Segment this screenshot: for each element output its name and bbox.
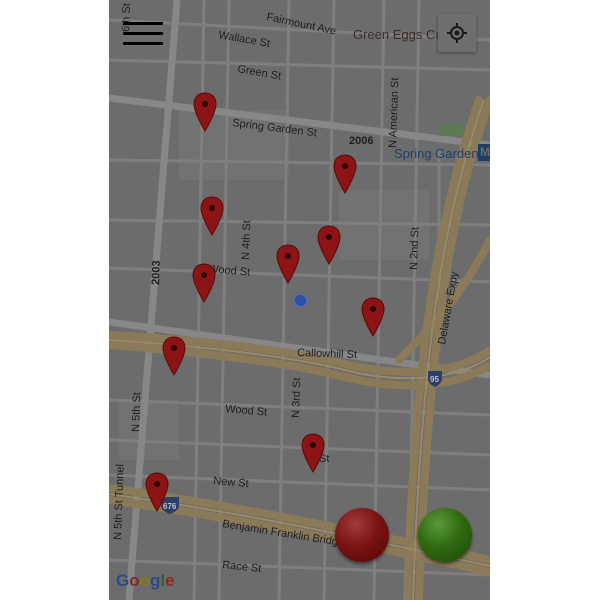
google-logo-text: Google xyxy=(116,571,175,590)
map-pin-icon xyxy=(162,336,186,376)
hamburger-menu-icon xyxy=(123,22,163,25)
map-marker[interactable] xyxy=(192,263,216,303)
map-marker[interactable] xyxy=(361,297,385,337)
google-logo-letter: e xyxy=(165,571,175,590)
map-pin-icon xyxy=(333,154,357,194)
google-logo-letter: o xyxy=(129,571,140,590)
map-marker[interactable] xyxy=(200,196,224,236)
map-marker[interactable] xyxy=(145,472,169,512)
poi-label-spring-garden-station[interactable]: Spring Garden xyxy=(394,146,479,161)
hamburger-menu-icon-bar xyxy=(123,42,163,45)
street-label-n-5th: N 5th St xyxy=(130,392,143,432)
current-location-dot xyxy=(294,294,307,307)
hamburger-menu-button[interactable] xyxy=(123,22,163,52)
google-attribution-logo: Google xyxy=(116,571,175,591)
svg-text:95: 95 xyxy=(430,375,439,384)
route-label-2006: 2006 xyxy=(349,135,373,147)
street-label-n-3rd: N 3rd St xyxy=(290,377,303,418)
map-pin-icon xyxy=(193,92,217,132)
green-go-button[interactable] xyxy=(418,508,472,562)
metro-station-icon: M xyxy=(478,144,490,161)
google-logo-letter: o xyxy=(139,571,151,590)
map-pin-icon xyxy=(361,297,385,337)
map-marker[interactable] xyxy=(276,244,300,284)
street-label-n-american: N American St xyxy=(387,77,401,148)
phone-screen: Fairmount Ave Wallace St Green St Spring… xyxy=(109,0,490,600)
street-label-callowhill: Callowhill St xyxy=(297,347,357,361)
street-label-n-4th: N 4th St xyxy=(240,220,253,260)
poi-label-green-eggs[interactable]: Green Eggs Ca xyxy=(353,27,443,42)
map-marker[interactable] xyxy=(193,92,217,132)
street-label-n-2nd: N 2nd St xyxy=(408,227,421,270)
google-logo-letter: G xyxy=(116,571,130,590)
map-pin-icon xyxy=(276,244,300,284)
hamburger-menu-icon-bar xyxy=(123,32,163,35)
map-marker[interactable] xyxy=(333,154,357,194)
my-location-icon xyxy=(447,23,467,43)
google-logo-letter: g xyxy=(150,571,161,590)
map-marker[interactable] xyxy=(317,225,341,265)
map-pin-icon xyxy=(145,472,169,512)
map-pin-icon xyxy=(317,225,341,265)
map-pin-icon xyxy=(192,263,216,303)
map-pin-icon xyxy=(200,196,224,236)
map-marker[interactable] xyxy=(162,336,186,376)
route-label-2003: 2003 xyxy=(150,260,163,285)
map-pin-icon xyxy=(301,433,325,473)
map-marker[interactable] xyxy=(301,433,325,473)
red-stop-button[interactable] xyxy=(335,508,389,562)
my-location-button[interactable] xyxy=(438,14,476,52)
